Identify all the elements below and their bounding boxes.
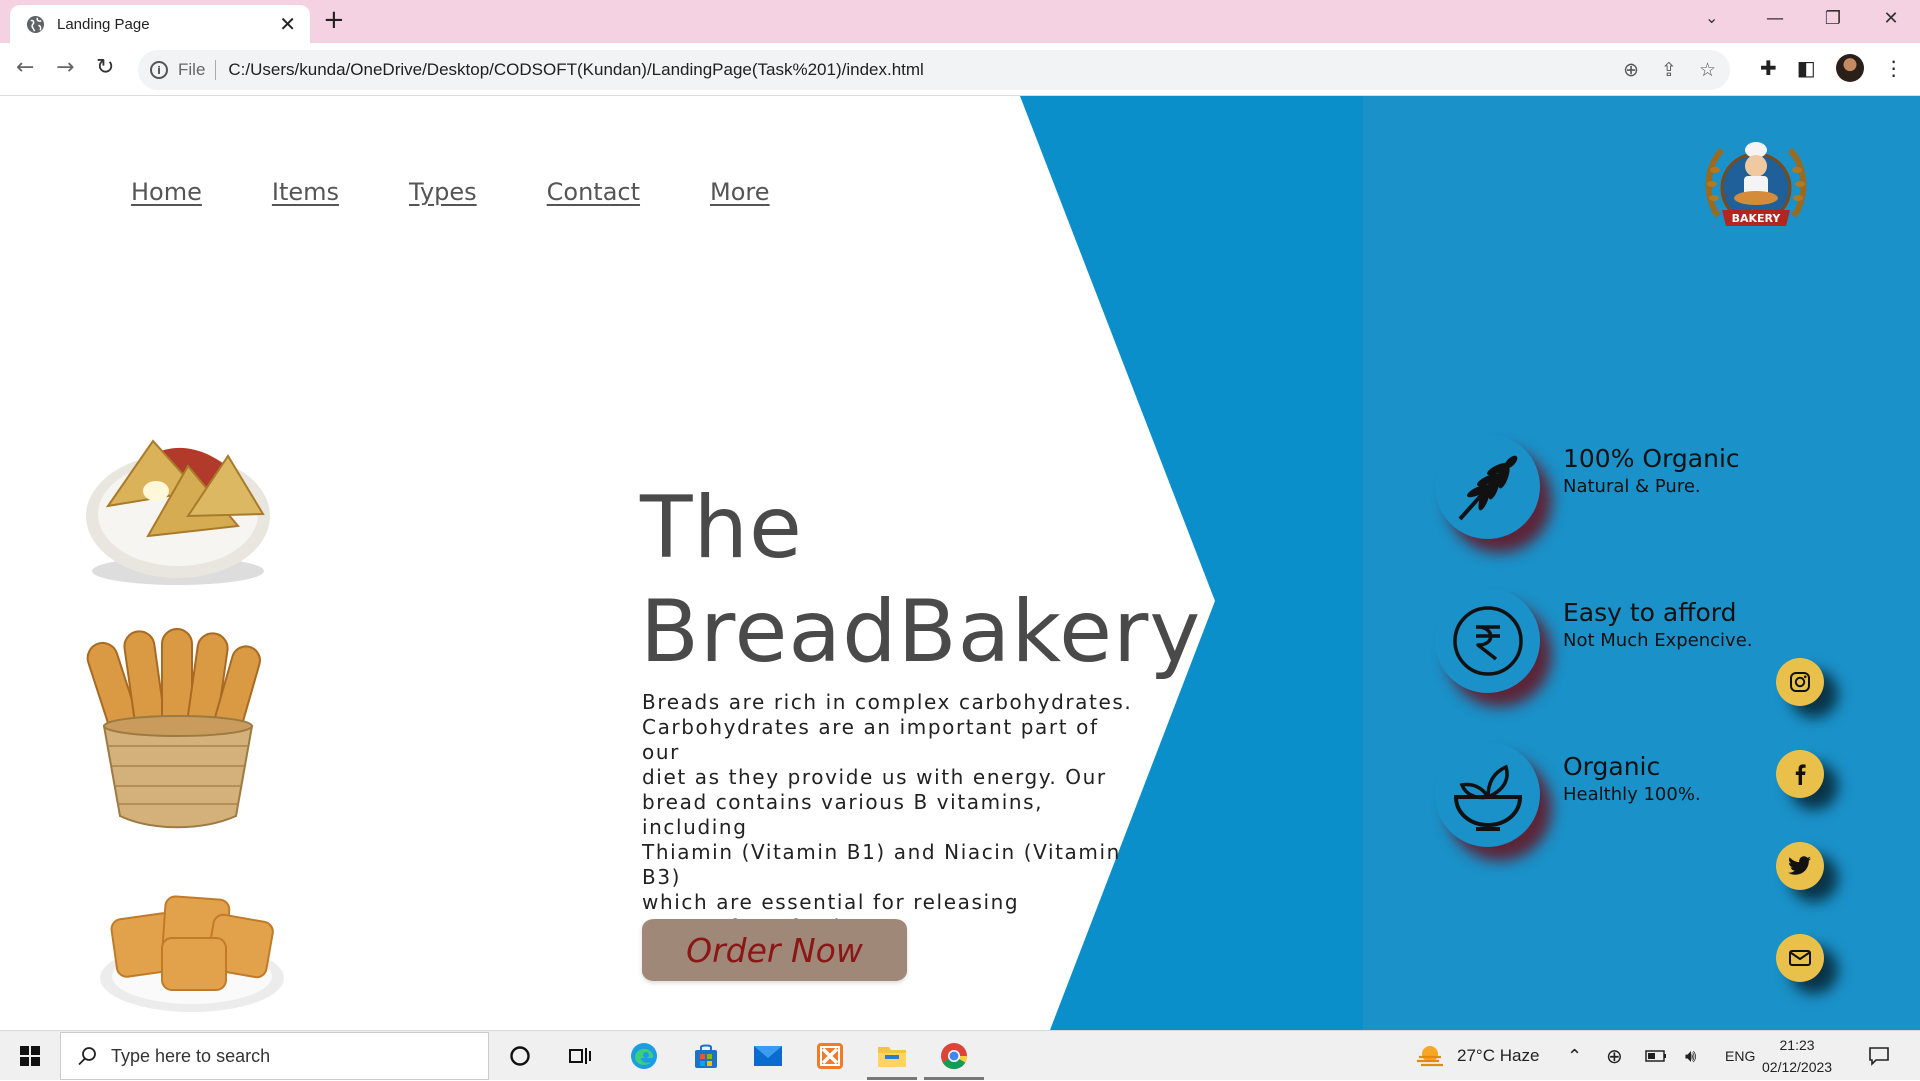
wheat-icon	[1435, 434, 1540, 539]
browser-tab-strip: Landing Page ✕ + ⌄ — ❐ ✕	[0, 0, 1920, 43]
feature-subtitle: Healthly 100%.	[1563, 784, 1701, 805]
main-nav: Home Items Types Contact More	[131, 178, 770, 206]
new-tab-icon[interactable]: +	[323, 7, 345, 33]
mail-app-icon[interactable]	[751, 1039, 785, 1073]
nav-items[interactable]: Items	[272, 178, 339, 206]
close-window-icon[interactable]: ✕	[1862, 0, 1920, 38]
instagram-icon[interactable]	[1776, 658, 1824, 706]
nav-types[interactable]: Types	[409, 178, 477, 206]
task-view-icon[interactable]	[563, 1039, 597, 1073]
volume-icon[interactable]: 🔊︎	[1685, 1031, 1696, 1081]
extensions-puzzle-icon[interactable]: ✚	[1760, 56, 1777, 80]
clock-time: 21:23	[1779, 1037, 1815, 1053]
url-text[interactable]: C:/Users/kunda/OneDrive/Desktop/CODSOFT(…	[228, 60, 923, 80]
feature-healthy: Organic Healthly 100%.	[1435, 742, 1815, 852]
mail-icon[interactable]	[1776, 934, 1824, 982]
battery-icon[interactable]	[1645, 1031, 1667, 1081]
browser-toolbar: ← → ↻ i File C:/Users/kunda/OneDrive/Des…	[0, 43, 1920, 96]
forward-arrow-icon[interactable]: →	[56, 57, 74, 79]
feature-subtitle: Natural & Pure.	[1563, 476, 1701, 497]
hero-title-line1: The	[640, 478, 803, 578]
chrome-menu-icon[interactable]: ⋮	[1884, 56, 1904, 80]
toast-plate-image	[100, 895, 284, 1012]
feature-title: Easy to afford	[1563, 598, 1737, 627]
site-info-icon[interactable]: i	[150, 61, 168, 79]
bakery-logo-text: BAKERY	[1732, 212, 1782, 225]
nav-contact[interactable]: Contact	[547, 178, 640, 206]
address-bar[interactable]: i File C:/Users/kunda/OneDrive/Desktop/C…	[138, 50, 1730, 90]
rupee-icon	[1435, 588, 1540, 693]
feature-afford: Easy to afford Not Much Expencive.	[1435, 588, 1815, 698]
bookmark-star-icon[interactable]: ☆	[1699, 59, 1716, 81]
cortana-icon[interactable]	[503, 1039, 537, 1073]
feature-title: 100% Organic	[1563, 444, 1740, 473]
taskbar-clock[interactable]: 21:23 02/12/2023	[1762, 1034, 1832, 1078]
minimize-icon[interactable]: —	[1746, 0, 1804, 38]
browser-tab[interactable]: Landing Page ✕	[10, 5, 310, 43]
tab-search-chevron-icon[interactable]: ⌄	[1705, 8, 1718, 27]
globe-icon	[26, 15, 45, 33]
back-arrow-icon[interactable]: ←	[16, 57, 34, 79]
feature-subtitle: Not Much Expencive.	[1563, 630, 1753, 651]
window-controls: — ❐ ✕	[1746, 0, 1920, 38]
french-toast-image	[86, 439, 270, 585]
xampp-icon[interactable]	[813, 1039, 847, 1073]
edge-browser-icon[interactable]	[627, 1039, 661, 1073]
feature-organic: 100% Organic Natural & Pure.	[1435, 434, 1815, 544]
taskbar-search-placeholder: Type here to search	[111, 1045, 271, 1066]
side-panel-icon[interactable]: ◧	[1797, 56, 1816, 80]
windows-start-icon[interactable]	[20, 1046, 40, 1066]
profile-avatar[interactable]	[1835, 54, 1864, 82]
haze-sun-icon	[1417, 1046, 1443, 1067]
bread-basket-image	[86, 628, 261, 829]
tab-title: Landing Page	[57, 15, 150, 33]
hero-title-line2: BreadBakery	[640, 582, 1202, 682]
clock-date: 02/12/2023	[1762, 1059, 1833, 1075]
salad-bowl-icon	[1435, 742, 1540, 847]
reload-icon[interactable]: ↻	[96, 57, 114, 79]
close-tab-icon[interactable]: ✕	[279, 14, 296, 34]
chrome-icon[interactable]	[937, 1039, 971, 1073]
notification-center-icon[interactable]	[1868, 1031, 1890, 1081]
file-scheme-label: File	[178, 60, 217, 80]
nav-home[interactable]: Home	[131, 178, 202, 206]
feature-title: Organic	[1563, 752, 1661, 781]
file-explorer-icon[interactable]	[875, 1039, 909, 1073]
twitter-icon[interactable]	[1776, 842, 1824, 890]
share-icon[interactable]: ⇪	[1661, 59, 1677, 81]
order-now-button[interactable]: Order Now	[642, 919, 907, 981]
windows-taskbar: Type here to search 27°C Haze ⌃ ⊕ 🔊︎ ENG…	[0, 1030, 1920, 1080]
network-globe-icon[interactable]: ⊕	[1606, 1031, 1623, 1081]
zoom-icon[interactable]: ⊕	[1623, 59, 1639, 81]
tray-chevron-icon[interactable]: ⌃	[1567, 1031, 1582, 1081]
search-icon	[78, 1047, 96, 1066]
hero-title: The BreadBakery	[640, 476, 1201, 684]
language-indicator[interactable]: ENG	[1725, 1031, 1755, 1081]
weather-widget[interactable]: 27°C Haze	[1415, 1031, 1539, 1081]
blue-side-panel	[1363, 96, 1920, 1030]
microsoft-store-icon[interactable]	[689, 1039, 723, 1073]
restore-icon[interactable]: ❐	[1804, 0, 1862, 38]
nav-more[interactable]: More	[710, 178, 770, 206]
taskbar-search-box[interactable]: Type here to search	[60, 1032, 489, 1080]
landing-page: Home Items Types Contact More BAKERY The…	[0, 96, 1920, 1030]
weather-text: 27°C Haze	[1457, 1046, 1540, 1065]
bakery-logo[interactable]: BAKERY	[1700, 136, 1812, 240]
hero-description: Breads are rich in complex carbohydrates…	[642, 690, 1133, 939]
facebook-icon[interactable]	[1776, 750, 1824, 798]
